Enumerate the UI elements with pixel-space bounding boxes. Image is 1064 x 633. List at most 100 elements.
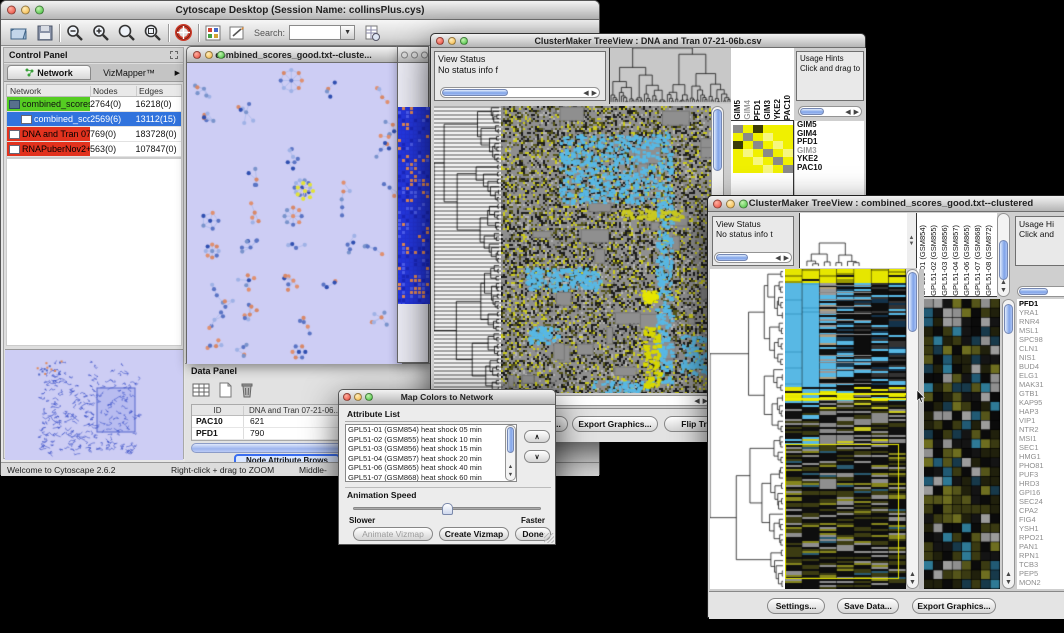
minimize-button[interactable] — [21, 6, 30, 15]
close-button[interactable] — [7, 6, 16, 15]
tv1-gene-dendrogram[interactable] — [434, 106, 501, 393]
attribute-list-scrollbar[interactable] — [505, 425, 516, 481]
scrollbar-thumb[interactable] — [1019, 288, 1048, 295]
gene-label[interactable]: PEP5 — [1017, 569, 1064, 578]
tab-overflow-button[interactable] — [175, 69, 180, 77]
scroll-down-icon[interactable] — [909, 579, 916, 587]
zoom-button[interactable] — [460, 37, 468, 45]
array-label[interactable]: YKE2 — [773, 99, 783, 120]
animation-speed-slider[interactable] — [353, 507, 541, 510]
tv2-status-scrollbar[interactable] — [714, 252, 792, 263]
help-lifering-icon[interactable] — [174, 23, 193, 42]
tv2-detail-vscrollbar[interactable] — [1002, 299, 1015, 589]
scroll-down-icon[interactable] — [909, 241, 915, 247]
tv1-array-labels[interactable]: GIM5GIM4PFD1GIM3YKE2PAC10 — [731, 48, 794, 121]
gene-label[interactable]: FIG4 — [1017, 515, 1064, 524]
import-table-icon[interactable] — [363, 24, 381, 42]
zoom-selected-icon[interactable] — [143, 23, 163, 42]
scrollbar-thumb[interactable] — [442, 89, 508, 96]
close-button[interactable] — [343, 393, 351, 401]
tv2-gene-labels[interactable]: PFD1YRA1RNR4MSL1SPC98CLN1NIS1BUD4ELG1MAK… — [1017, 299, 1064, 589]
scroll-down-icon[interactable] — [1000, 287, 1007, 295]
scroll-right-icon[interactable] — [784, 254, 789, 262]
network-table-row[interactable]: combined_scores 2764(0) 16218(0) — [7, 97, 181, 112]
scroll-left-icon[interactable] — [583, 89, 588, 97]
network-table-row[interactable]: RNAPuberNov2+ 563(0) 107847(0) — [7, 142, 181, 157]
gene-label[interactable]: GPI16 — [1017, 488, 1064, 497]
scrollbar-thumb[interactable] — [1004, 304, 1013, 334]
scrollbar-thumb[interactable] — [908, 272, 917, 332]
tv2-array-labels-scrollbar[interactable] — [997, 213, 1010, 297]
gene-label[interactable]: MAK31 — [1017, 380, 1064, 389]
minimize-button[interactable] — [726, 199, 735, 208]
attribute-item[interactable]: GPL51-01 (GSM854) heat shock 05 min — [346, 425, 504, 435]
scrollbar-thumb[interactable] — [716, 254, 748, 261]
gene-label[interactable]: SPC98 — [1017, 335, 1064, 344]
attribute-item[interactable]: GPL51-03 (GSM856) heat shock 15 min — [346, 444, 504, 454]
dialog-titlebar[interactable]: Map Colors to Network — [339, 390, 555, 405]
tv2-array-labels[interactable]: GPL51-01 (GSM854)GPL51-02 (GSM855)GPL51-… — [917, 213, 997, 297]
zoom-button[interactable] — [739, 199, 748, 208]
gene-label[interactable]: NIS1 — [1017, 353, 1064, 362]
gene-label[interactable]: TCB3 — [1017, 560, 1064, 569]
scroll-right-icon[interactable] — [592, 89, 597, 97]
array-label[interactable]: GPL51-08 (GSM872) — [984, 225, 995, 296]
array-label[interactable]: GIM4 — [743, 100, 753, 120]
minimize-button[interactable] — [354, 393, 362, 401]
gene-label[interactable]: PHO81 — [1017, 461, 1064, 470]
tv2-detail-heatmap[interactable] — [924, 299, 1000, 589]
tv2-hints-scrollbar[interactable] — [1017, 286, 1064, 297]
save-icon[interactable] — [36, 24, 54, 42]
close-button[interactable] — [401, 51, 408, 58]
gene-label[interactable]: YSH1 — [1017, 524, 1064, 533]
tv1-hints-scrollbar[interactable] — [798, 106, 862, 117]
main-titlebar[interactable]: Cytoscape Desktop (Session Name: collins… — [1, 1, 599, 20]
window-controls[interactable] — [7, 6, 44, 15]
tv2-dendro-strip[interactable] — [907, 213, 917, 268]
gene-label[interactable]: VIP1 — [1017, 416, 1064, 425]
tv1-status-scrollbar[interactable] — [440, 87, 600, 98]
attribute-item[interactable]: GPL51-06 (GSM865) heat shock 40 min — [346, 463, 504, 473]
scrollbar-thumb[interactable] — [800, 108, 824, 115]
array-label[interactable]: GPL51-02 (GSM855) — [929, 225, 940, 296]
gene-label[interactable]: RPN1 — [1017, 551, 1064, 560]
create-vizmap-button[interactable]: Create Vizmap — [439, 527, 509, 541]
save-data-button[interactable]: Save Data... — [837, 598, 899, 614]
network-view-2-titlebar[interactable] — [398, 47, 428, 63]
scroll-up-icon[interactable] — [508, 463, 513, 471]
export-graphics-button[interactable]: Export Graphics... — [572, 416, 658, 432]
zoom-button[interactable] — [35, 6, 44, 15]
attribute-item[interactable]: GPL51-07 (GSM868) heat shock 60 min — [346, 473, 504, 482]
new-attribute-icon[interactable] — [216, 381, 234, 399]
tab-vizmapper[interactable]: VizMapper™ — [91, 65, 167, 80]
scroll-left-icon[interactable] — [694, 397, 699, 405]
search-dropdown-button[interactable]: ▼ — [341, 25, 355, 40]
array-label[interactable]: GPL51-07 (GSM868) — [973, 225, 984, 296]
array-label[interactable]: GPL51-03 (GSM856) — [940, 225, 951, 296]
array-label[interactable]: PAC10 — [783, 95, 793, 120]
scroll-down-icon[interactable] — [508, 471, 513, 479]
move-down-button[interactable]: ∨ — [524, 450, 550, 463]
scroll-left-icon[interactable] — [775, 254, 780, 262]
tv1-global-heatmap[interactable] — [501, 106, 711, 393]
zoom-button[interactable] — [217, 51, 225, 59]
gene-label[interactable]: PAN1 — [1017, 542, 1064, 551]
gene-label[interactable]: SEC1 — [1017, 443, 1064, 452]
gene-label[interactable]: HAP3 — [1017, 407, 1064, 416]
vizmap-grid-icon[interactable] — [204, 24, 222, 42]
minimize-button[interactable] — [448, 37, 456, 45]
array-label[interactable]: GIM3 — [763, 100, 773, 120]
zoom-button[interactable] — [365, 393, 373, 401]
gene-label[interactable]: RPO21 — [1017, 533, 1064, 542]
annotation-icon[interactable] — [228, 24, 246, 42]
minimize-button[interactable] — [205, 51, 213, 59]
zoom-out-icon[interactable] — [65, 23, 85, 42]
minimize-button[interactable] — [411, 51, 418, 58]
gene-label[interactable]: MSI1 — [1017, 434, 1064, 443]
gene-label[interactable]: GTB1 — [1017, 389, 1064, 398]
tv1-zoom-matrix[interactable] — [733, 125, 793, 173]
gene-label[interactable]: MON2 — [1017, 578, 1064, 587]
gene-label[interactable]: SEC24 — [1017, 497, 1064, 506]
gene-label[interactable]: MSL1 — [1017, 326, 1064, 335]
gene-label[interactable]: KAP95 — [1017, 398, 1064, 407]
